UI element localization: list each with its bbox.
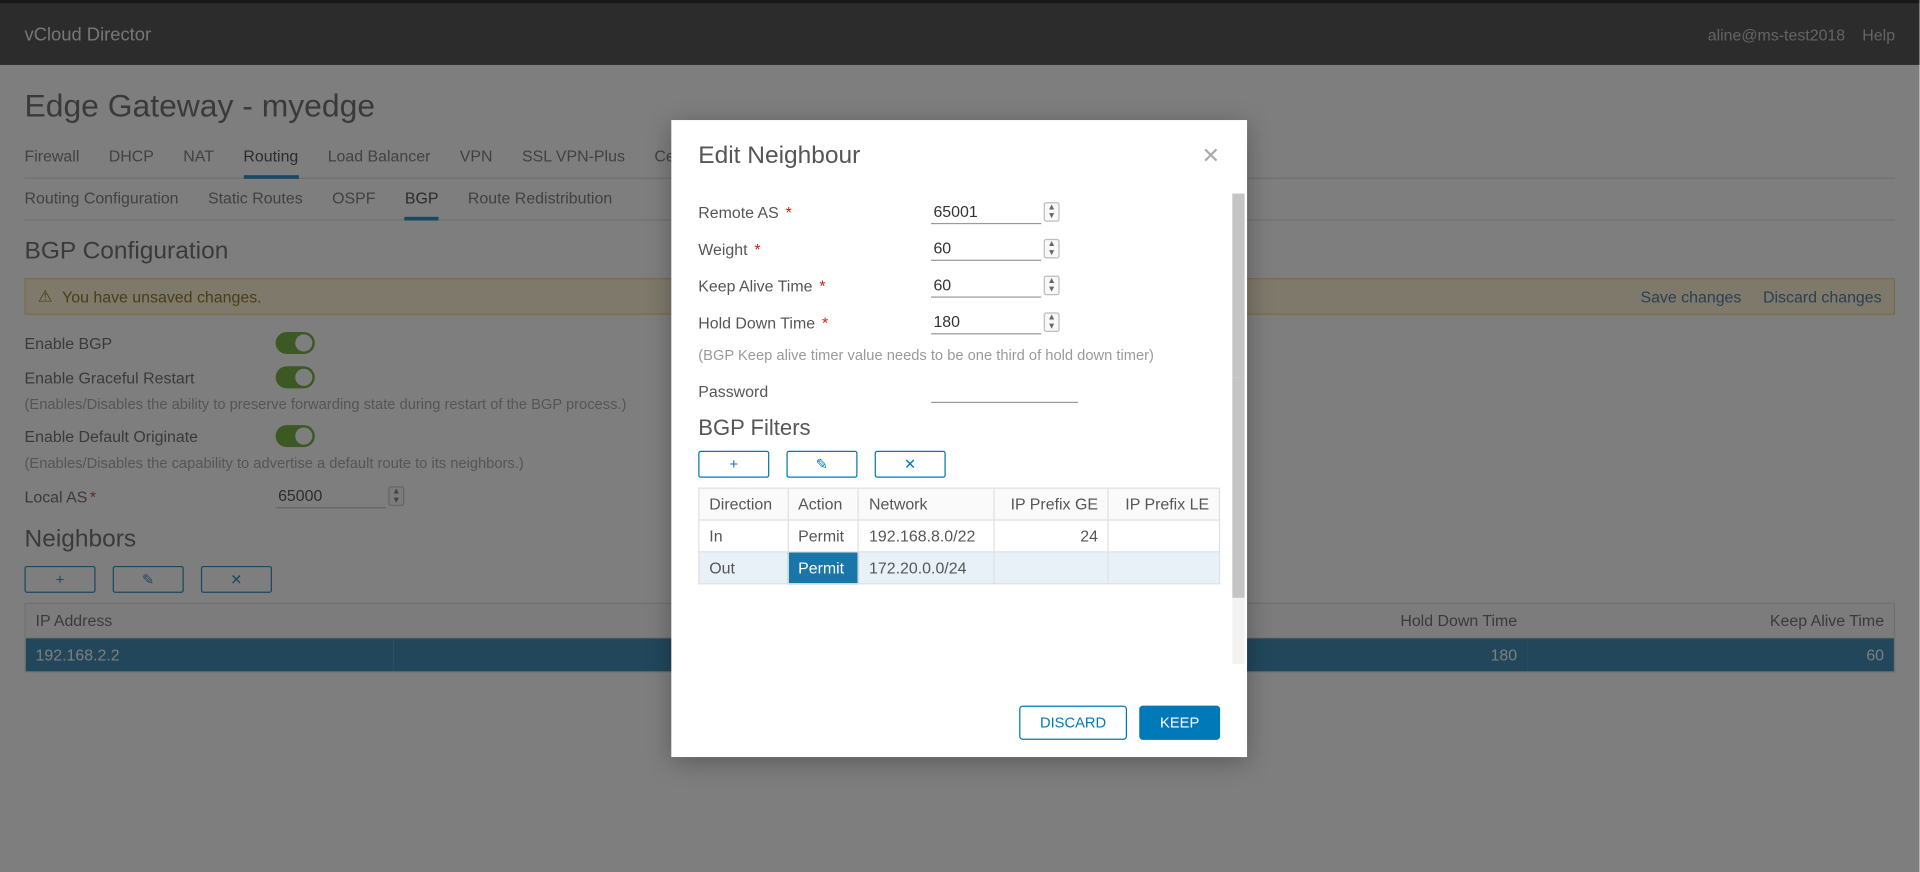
bgp-filters-title: BGP Filters bbox=[698, 415, 1220, 441]
keep-alive-spinner[interactable]: ▲▼ bbox=[1044, 276, 1060, 296]
filter-row[interactable]: InPermit192.168.8.0/2224 bbox=[699, 520, 1220, 552]
remote-as-spinner[interactable]: ▲▼ bbox=[1044, 202, 1060, 222]
modal-scrollbar-thumb[interactable] bbox=[1232, 194, 1244, 378]
filter-row[interactable]: OutPermit172.20.0.0/24 bbox=[699, 552, 1220, 584]
weight-input[interactable] bbox=[931, 236, 1041, 261]
weight-spinner[interactable]: ▲▼ bbox=[1044, 239, 1060, 259]
weight-label: Weight * bbox=[698, 239, 919, 257]
modal-scrollbar-thumb-2[interactable] bbox=[1232, 377, 1244, 597]
keep-alive-label: Keep Alive Time * bbox=[698, 276, 919, 294]
filter-delete-button[interactable]: ✕ bbox=[875, 451, 946, 478]
remote-as-input[interactable] bbox=[931, 200, 1041, 225]
modal-title: Edit Neighbour bbox=[698, 142, 860, 170]
col-network: Network bbox=[859, 488, 994, 520]
plus-icon: + bbox=[729, 456, 738, 473]
col-direction: Direction bbox=[699, 488, 788, 520]
col-prefix-le: IP Prefix LE bbox=[1108, 488, 1219, 520]
modal-close-button[interactable]: ✕ bbox=[1202, 143, 1220, 169]
col-action: Action bbox=[788, 488, 859, 520]
keep-button[interactable]: KEEP bbox=[1139, 706, 1220, 740]
timer-note: (BGP Keep alive timer value needs to be … bbox=[698, 347, 1220, 364]
hold-down-spinner[interactable]: ▲▼ bbox=[1044, 312, 1060, 332]
bgp-filters-table: Direction Action Network IP Prefix GE IP… bbox=[698, 488, 1220, 585]
password-label: Password bbox=[698, 382, 919, 400]
password-input[interactable] bbox=[931, 379, 1078, 404]
hold-down-label: Hold Down Time * bbox=[698, 313, 919, 331]
hold-down-input[interactable] bbox=[931, 310, 1041, 335]
filter-add-button[interactable]: + bbox=[698, 451, 769, 478]
edit-neighbour-modal: Edit Neighbour ✕ Remote AS * ▲▼ Weight *… bbox=[671, 120, 1247, 757]
filter-edit-button[interactable]: ✎ bbox=[786, 451, 857, 478]
keep-alive-input[interactable] bbox=[931, 273, 1041, 298]
col-prefix-ge: IP Prefix GE bbox=[994, 488, 1109, 520]
edit-icon: ✎ bbox=[816, 456, 828, 473]
discard-button[interactable]: DISCARD bbox=[1019, 706, 1127, 740]
remote-as-label: Remote AS * bbox=[698, 203, 919, 221]
remove-icon: ✕ bbox=[904, 456, 916, 473]
